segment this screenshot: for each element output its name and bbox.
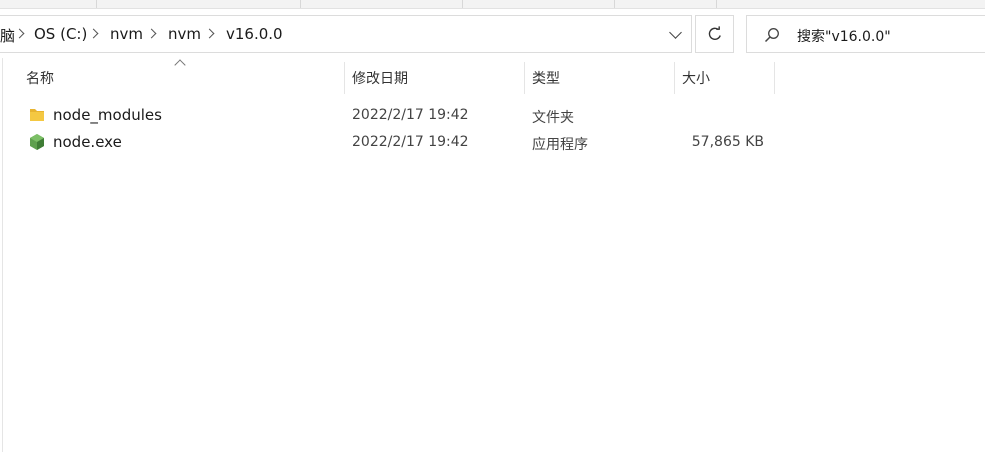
column-separator[interactable]: [524, 62, 525, 94]
file-type: 文件夹: [532, 110, 574, 126]
chevron-right-icon[interactable]: [204, 28, 215, 39]
chevron-right-icon[interactable]: [146, 28, 157, 39]
file-row[interactable]: node.exe 2022/2/17 19:42 应用程序 57,865 KB: [20, 129, 780, 155]
search-box[interactable]: 搜索"v16.0.0": [746, 15, 985, 53]
nodejs-icon: [30, 134, 44, 150]
chevron-right-icon[interactable]: [88, 28, 99, 39]
file-size: 57,865 KB: [691, 134, 764, 150]
breadcrumb-partial[interactable]: 脑: [0, 25, 15, 46]
file-list-view[interactable]: 名称 修改日期 类型 大小 node_modules 2022/2/17 19:…: [0, 58, 985, 452]
file-modified: 2022/2/17 19:42: [352, 134, 469, 150]
breadcrumb-item-nvm-2[interactable]: nvm: [168, 25, 201, 43]
file-name[interactable]: node.exe: [53, 133, 122, 151]
column-header-type[interactable]: 类型: [532, 68, 560, 88]
ribbon-strip: [0, 0, 985, 9]
ribbon-separator: [614, 0, 615, 8]
column-separator[interactable]: [774, 62, 775, 94]
refresh-button[interactable]: [695, 15, 734, 53]
folder-icon: [30, 109, 44, 121]
column-header-modified[interactable]: 修改日期: [352, 68, 408, 88]
column-header-name[interactable]: 名称: [26, 68, 54, 88]
column-separator[interactable]: [674, 62, 675, 94]
refresh-icon: [708, 26, 721, 40]
nav-pane-border: [2, 58, 3, 452]
sort-ascending-icon: [174, 59, 186, 71]
chevron-right-icon[interactable]: [14, 28, 25, 39]
file-name[interactable]: node_modules: [53, 106, 162, 124]
ribbon-separator: [96, 0, 97, 8]
file-modified: 2022/2/17 19:42: [352, 107, 469, 123]
breadcrumb-item-nvm[interactable]: nvm: [110, 25, 143, 43]
address-bar[interactable]: 脑 OS (C:) nvm nvm v16.0.0: [0, 15, 692, 53]
column-header-size[interactable]: 大小: [682, 68, 710, 88]
search-input[interactable]: 搜索"v16.0.0": [797, 26, 891, 46]
chevron-down-icon[interactable]: [666, 27, 686, 43]
search-icon: [764, 28, 779, 43]
breadcrumb-item-drive[interactable]: OS (C:): [34, 25, 87, 43]
column-separator[interactable]: [344, 62, 345, 94]
ribbon-separator: [300, 0, 301, 8]
ribbon-separator: [716, 0, 717, 8]
file-type: 应用程序: [532, 137, 588, 153]
ribbon-separator: [462, 0, 463, 8]
file-row[interactable]: node_modules 2022/2/17 19:42 文件夹: [20, 102, 780, 128]
breadcrumb-item-current[interactable]: v16.0.0: [226, 25, 283, 43]
